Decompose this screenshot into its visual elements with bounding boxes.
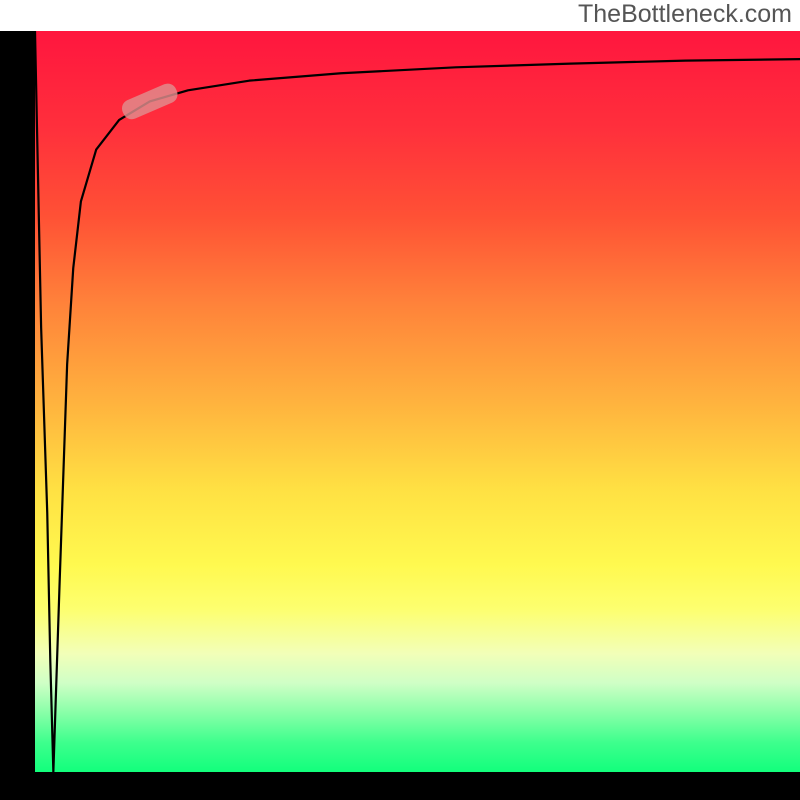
chart-axes-frame bbox=[0, 31, 800, 800]
chart-line-bottleneck-curve bbox=[35, 31, 800, 772]
highlight-marker bbox=[119, 81, 180, 122]
chart-overlay-svg bbox=[35, 31, 800, 772]
attribution-text: TheBottleneck.com bbox=[578, 0, 792, 29]
chart-plot-area bbox=[35, 31, 800, 772]
chart-container: TheBottleneck.com bbox=[0, 0, 800, 800]
